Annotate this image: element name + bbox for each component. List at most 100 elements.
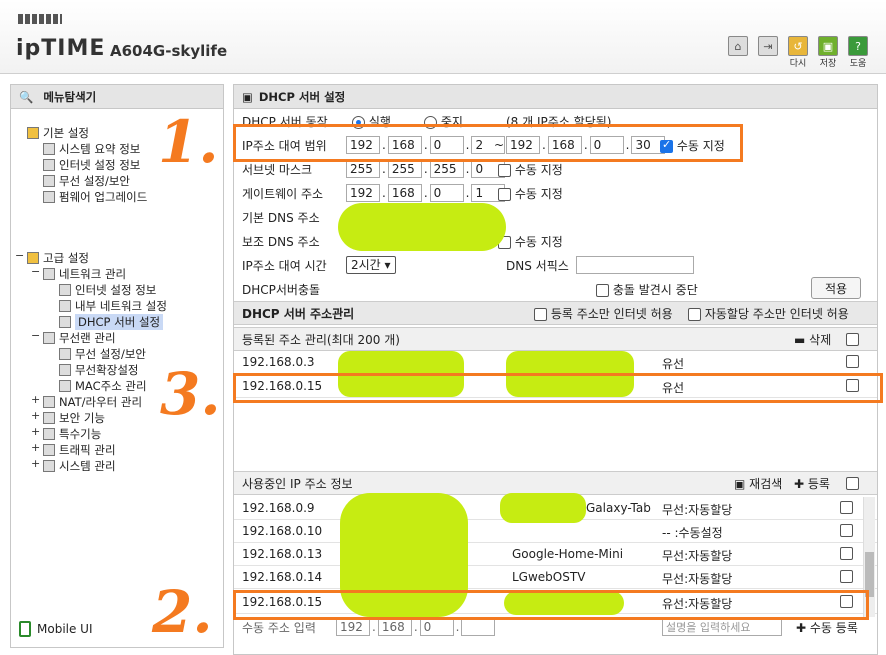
row-checkbox[interactable]: [840, 547, 853, 560]
tree-item-system-summary[interactable]: 시스템 요약 정보: [43, 141, 140, 157]
tree-system[interactable]: 시스템 관리: [43, 458, 116, 474]
tree-item-wireless[interactable]: 무선 설정/보안: [43, 173, 130, 189]
tree-nat[interactable]: NAT/라우터 관리: [43, 394, 142, 410]
tree-basic-label: 기본 설정: [43, 126, 89, 140]
checkbox[interactable]: [498, 163, 511, 177]
save-button[interactable]: ▣ 저장: [816, 36, 840, 69]
tools-icon: [43, 428, 55, 440]
tree-advanced[interactable]: 고급 설정: [27, 250, 89, 266]
lease-select[interactable]: 2시간 ▾: [346, 256, 396, 274]
checkbox[interactable]: [688, 307, 701, 321]
manual-register-button[interactable]: ✚ 수동 등록: [796, 619, 858, 636]
apply-button[interactable]: 적용: [811, 277, 861, 299]
type-cell: 무선:자동할당: [662, 549, 733, 563]
ip-octet[interactable]: 192: [346, 184, 380, 202]
checkbox[interactable]: [534, 307, 547, 321]
tree-label: 무선 설정/보안: [59, 174, 131, 188]
ip-octet[interactable]: 168: [377, 618, 412, 636]
ip-octet[interactable]: 255: [429, 160, 464, 178]
ip-cell: 192.168.0.13: [242, 547, 323, 561]
ip-octet[interactable]: [461, 618, 496, 636]
ip-octet[interactable]: 0: [429, 184, 464, 202]
upgrade-icon: [43, 191, 55, 203]
tree-label: MAC주소 관리: [75, 379, 147, 393]
dns1-label: 기본 DNS 주소: [242, 210, 320, 225]
gateway-input[interactable]: 192. 168. 0. 1: [346, 184, 506, 202]
rescan-button[interactable]: ▣ 재검색: [734, 475, 782, 492]
router-icon: [43, 396, 55, 408]
register-button[interactable]: ✚ 등록: [794, 475, 830, 492]
help-label: 도움: [849, 59, 867, 69]
tree-wireless-mgmt[interactable]: 무선랜 관리: [43, 330, 116, 346]
expand-icon[interactable]: +: [31, 393, 40, 406]
folder-icon: [27, 252, 39, 264]
expand-icon[interactable]: +: [31, 441, 40, 454]
chart-icon: [43, 143, 55, 155]
checkbox[interactable]: [498, 187, 511, 201]
mobile-ui-link[interactable]: Mobile UI: [19, 621, 93, 637]
addr-mgmt-header: DHCP 서버 주소관리 등록 주소만 인터넷 허용 자동할당 주소만 인터넷 …: [234, 301, 877, 325]
tree-security[interactable]: 보안 기능: [43, 410, 105, 426]
tree-item-dhcp[interactable]: DHCP 서버 설정: [59, 314, 164, 330]
row-checkbox[interactable]: [840, 501, 853, 514]
collapse-icon[interactable]: −: [15, 249, 24, 262]
expand-icon[interactable]: +: [31, 457, 40, 470]
ip-octet[interactable]: 168: [387, 184, 422, 202]
subnet-input[interactable]: 255. 255. 255. 0: [346, 160, 506, 178]
manual-input-label: 수동 주소 입력: [242, 620, 316, 635]
allow-auto-checkbox[interactable]: 자동할당 주소만 인터넷 허용: [688, 305, 849, 322]
tree-item-mac[interactable]: MAC주소 관리: [59, 378, 147, 394]
tree-item-firmware[interactable]: 펌웨어 업그레이드: [43, 189, 147, 205]
expand-icon[interactable]: +: [31, 425, 40, 438]
conflict-row: DHCP서버충돌 충돌 발견시 중단: [234, 277, 877, 301]
manual-ip-input[interactable]: 192. 168. 0.: [336, 618, 496, 636]
home-button[interactable]: ⌂: [726, 36, 750, 56]
undo-button[interactable]: ↺ 다시: [786, 36, 810, 69]
select-all-inuse-checkbox[interactable]: [846, 476, 859, 490]
conflict-checkbox[interactable]: 충돌 발견시 중단: [596, 281, 698, 298]
expand-icon[interactable]: +: [31, 409, 40, 422]
manual-gateway-checkbox[interactable]: 수동 지정: [498, 185, 563, 202]
collapse-icon[interactable]: −: [31, 265, 40, 278]
row-checkbox[interactable]: [846, 355, 859, 368]
table-row: 192.168.0.13 Google-Home-Mini 무선:자동할당: [234, 543, 877, 566]
addr-mgmt-title: DHCP 서버 주소관리: [242, 306, 355, 321]
dns2-row: 보조 DNS 주소 수동 지정: [234, 229, 877, 253]
desc-input[interactable]: 설명을 입력하세요: [662, 618, 782, 636]
tree-network[interactable]: 네트워크 관리: [43, 266, 126, 282]
ip-octet[interactable]: 255: [346, 160, 380, 178]
ip-octet[interactable]: 192: [336, 618, 370, 636]
table-row: 192.168.0.10 -- :수동설정: [234, 520, 877, 543]
page-icon: [59, 316, 71, 328]
allow-registered-label: 등록 주소만 인터넷 허용: [550, 306, 673, 321]
allow-registered-checkbox[interactable]: 등록 주소만 인터넷 허용: [534, 305, 673, 322]
tree-traffic[interactable]: 트래픽 관리: [43, 442, 116, 458]
tree-item-internal-network[interactable]: 내부 네트워크 설정: [59, 298, 167, 314]
annotation-number-1: 1.: [158, 108, 219, 176]
tree-item-wireless-security[interactable]: 무선 설정/보안: [59, 346, 146, 362]
tree-item-wireless-ext[interactable]: 무선확장설정: [59, 362, 138, 378]
help-button[interactable]: ? 도움: [846, 36, 870, 69]
tree-basic[interactable]: 기본 설정: [27, 125, 89, 141]
ip-octet[interactable]: 0: [419, 618, 454, 636]
dns2-label: 보조 DNS 주소: [242, 234, 320, 249]
manual-subnet-checkbox[interactable]: 수동 지정: [498, 161, 563, 178]
row-checkbox[interactable]: [840, 524, 853, 537]
checkbox[interactable]: [596, 283, 609, 297]
select-all-checkbox[interactable]: [846, 332, 859, 346]
collapse-icon[interactable]: −: [31, 329, 40, 342]
tree-label: 보안 기능: [59, 411, 105, 425]
row-checkbox[interactable]: [840, 570, 853, 583]
tree-item-internet-setting[interactable]: 인터넷 설정 정보: [59, 282, 156, 298]
traffic-icon: [43, 444, 55, 456]
logout-button[interactable]: ⇥: [756, 36, 780, 56]
manual-dns-checkbox[interactable]: 수동 지정: [498, 233, 563, 250]
tree-label: 시스템 요약 정보: [59, 142, 141, 156]
delete-button[interactable]: ▬ 삭제: [794, 331, 831, 348]
gateway-row: 게이트웨이 주소 192. 168. 0. 1 수동 지정: [234, 181, 877, 205]
tree-label: 내부 네트워크 설정: [75, 299, 167, 313]
dns-suffix-input[interactable]: [576, 256, 694, 274]
tree-item-internet-info[interactable]: 인터넷 설정 정보: [43, 157, 140, 173]
tree-special[interactable]: 특수기능: [43, 426, 101, 442]
ip-octet[interactable]: 255: [387, 160, 422, 178]
